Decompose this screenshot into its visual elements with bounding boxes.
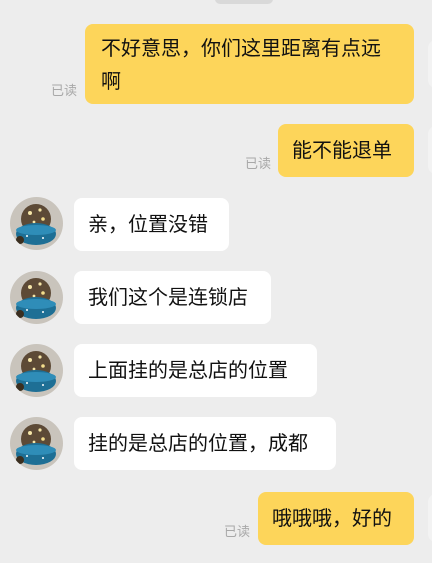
contact-avatar[interactable] xyxy=(10,344,63,397)
snow-globe-avatar-icon xyxy=(10,344,63,397)
outgoing-message-bubble[interactable]: 不好意思，你们这里距离有点远 啊 xyxy=(85,24,414,104)
contact-avatar[interactable] xyxy=(10,197,63,250)
outgoing-message-bubble[interactable]: 能不能退单 xyxy=(278,124,414,177)
incoming-message-bubble[interactable]: 上面挂的是总店的位置 xyxy=(74,344,317,397)
chat-thread[interactable]: 已读 不好意思，你们这里距离有点远 啊 已读 能不能退单 亲，位置没错 我们这个… xyxy=(0,0,432,563)
read-status: 已读 xyxy=(245,157,272,172)
self-avatar[interactable] xyxy=(428,40,432,88)
previous-message-edge xyxy=(215,0,273,4)
contact-avatar[interactable] xyxy=(10,271,63,324)
contact-avatar[interactable] xyxy=(10,417,63,470)
self-avatar[interactable] xyxy=(428,494,432,542)
incoming-message-bubble[interactable]: 我们这个是连锁店 xyxy=(74,271,271,324)
self-avatar[interactable] xyxy=(428,126,432,174)
incoming-message-bubble[interactable]: 亲，位置没错 xyxy=(74,198,229,251)
read-status: 已读 xyxy=(224,525,251,540)
read-status: 已读 xyxy=(51,84,78,99)
outgoing-message-bubble[interactable]: 哦哦哦，好的 xyxy=(258,492,414,545)
incoming-message-bubble[interactable]: 挂的是总店的位置，成都 xyxy=(74,417,336,470)
snow-globe-avatar-icon xyxy=(10,417,63,470)
snow-globe-avatar-icon xyxy=(10,271,63,324)
snow-globe-avatar-icon xyxy=(10,197,63,250)
